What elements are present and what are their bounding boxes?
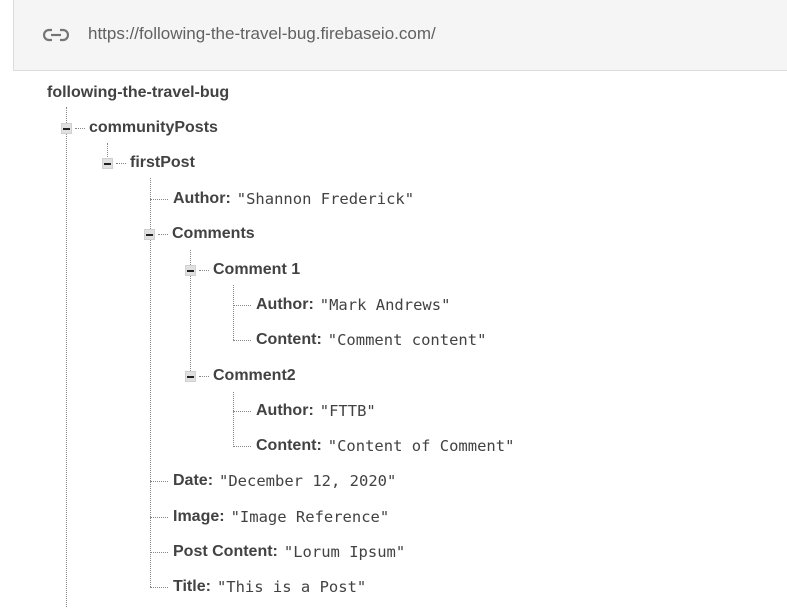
tree-node-comment-1[interactable]: Comment 1 [185,258,300,282]
tree-branch [233,304,251,306]
tree-leaf-comment2-content[interactable]: Content: "Content of Comment" [233,434,514,458]
key-colon: : [308,296,314,313]
node-key: Comment 1 [213,261,301,278]
tree-node-comment2[interactable]: Comment2 [185,364,296,388]
node-key: Author [256,402,309,419]
database-viewer: https://following-the-travel-bug.firebas… [0,0,787,609]
node-key: Image [173,508,220,525]
key-colon: : [205,578,211,595]
tree-branch [150,586,168,588]
tree-node-comments[interactable]: Comments [144,222,255,246]
key-colon: : [207,472,214,489]
node-key: Author [256,296,309,313]
tree-branch [116,162,126,164]
key-colon: : [225,190,231,207]
data-tree: following-the-travel-bug communityPosts … [0,0,787,609]
node-value[interactable]: "Image Reference" [231,508,390,526]
collapse-icon[interactable] [144,228,155,240]
tree-leaf-comment2-author[interactable]: Author: "FTTB" [233,399,376,423]
tree-branch [150,480,168,482]
node-key: Post Content [173,543,273,560]
node-key: Comments [172,225,255,242]
collapse-icon[interactable] [61,122,72,134]
node-key: Comment2 [213,367,296,384]
node-key: communityPosts [89,119,218,136]
node-key: Author [173,190,226,207]
tree-leaf-comment1-content[interactable]: Content: "Comment content" [233,328,486,352]
key-colon: : [272,543,278,560]
key-colon: : [219,508,225,525]
tree-leaf-comment1-author[interactable]: Author: "Mark Andrews" [233,293,450,317]
tree-branch [233,410,251,412]
key-colon: : [308,402,314,419]
tree-branch [150,551,168,553]
tree-node-communityposts[interactable]: communityPosts [61,116,218,140]
collapse-icon[interactable] [185,370,196,382]
node-key: Date [173,472,208,489]
node-key: Content [256,331,317,348]
node-value[interactable]: "FTTB" [320,402,376,420]
node-key: Title [173,578,206,595]
tree-branch [233,445,251,447]
tree-root[interactable]: following-the-travel-bug [47,84,229,102]
tree-connector [66,107,67,607]
node-value[interactable]: "Mark Andrews" [320,296,451,314]
tree-branch [158,233,168,235]
key-colon: : [316,437,322,454]
tree-branch [75,127,85,129]
node-value[interactable]: "Lorum Ipsum" [284,543,405,561]
tree-branch [150,198,168,200]
tree-branch [150,516,168,518]
tree-branch [199,269,209,271]
node-key: firstPost [130,154,195,171]
node-value[interactable]: "Shannon Frederick" [237,190,414,208]
tree-branch [199,375,209,377]
tree-leaf-author[interactable]: Author: "Shannon Frederick" [150,187,414,211]
tree-node-firstpost[interactable]: firstPost [102,151,195,175]
key-colon: : [316,331,322,348]
node-value[interactable]: "Content of Comment" [328,437,515,455]
node-value[interactable]: "Comment content" [328,331,487,349]
tree-leaf-post-content[interactable]: Post Content: "Lorum Ipsum" [150,540,405,564]
tree-leaf-image[interactable]: Image: "Image Reference" [150,505,389,529]
node-key: Content [256,437,317,454]
tree-leaf-date[interactable]: Date: "December 12, 2020" [150,469,396,493]
collapse-icon[interactable] [185,264,196,276]
tree-leaf-title[interactable]: Title: "This is a Post" [150,575,366,599]
node-value[interactable]: "This is a Post" [217,578,366,596]
collapse-icon[interactable] [102,157,113,169]
tree-branch [233,339,251,341]
node-value[interactable]: "December 12, 2020" [219,472,396,490]
